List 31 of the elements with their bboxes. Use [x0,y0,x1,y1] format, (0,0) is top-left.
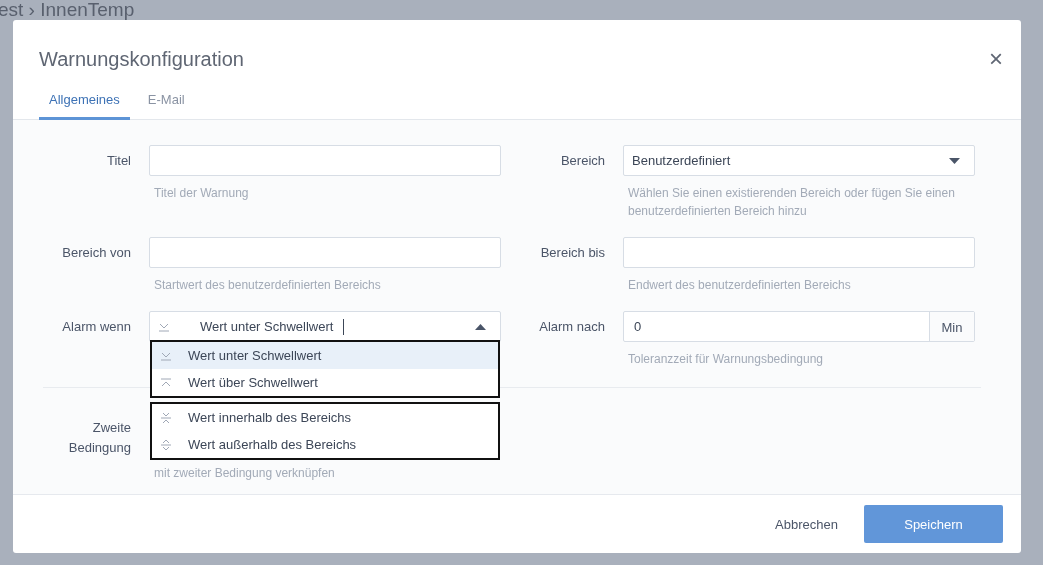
hint-text: Startwert des benutzerdefinierten Bereichs [154,277,382,294]
hint-text: Endwert des benutzerdefinierten Bereichs [628,277,852,294]
field-label: Alarm nach [538,318,605,334]
field-label: Bereich bis [539,244,605,260]
hint-text: mit zweiter Bedingung verknüpfen [154,465,336,482]
field-label: Alarm wenn [61,318,131,334]
dropdown[interactable]: Wert unter Schwellwert [149,311,501,342]
caret-icon [475,323,486,330]
cancel-button[interactable]: Abbrechen [775,506,838,542]
input-field[interactable] [149,145,501,176]
field-label: Zweite Bedingung [67,419,131,457]
input-field[interactable]: 0 Min [623,311,975,342]
dropdown-option[interactable]: Wert innerhalb des Bereichs [152,404,498,431]
dropdown-option[interactable]: Wert unter Schwellwert [152,342,498,369]
close-button[interactable]: × [989,49,1003,69]
caret-icon [949,157,960,164]
input-field[interactable] [149,237,501,268]
above-threshold-icon [160,376,172,389]
hint-text: Wählen Sie einen existierenden Bereich oder fügen Sie einen benutzerdefinierten Bereich hinzu [628,185,956,220]
outside-threshold-icon [160,438,172,451]
field-label: Bereich [559,152,605,168]
field-label: Bereich von [61,244,131,260]
dropdown-option[interactable]: Wert über Schwellwert [152,369,498,396]
field-label: Titel [105,152,131,168]
input-field[interactable] [623,237,975,268]
hint-text: Toleranzzeit für Warnungsbedingung [628,351,824,368]
dropdown[interactable]: Benutzerdefiniert [623,145,975,176]
hint-text: Titel der Warnung [154,185,250,202]
inside-threshold-icon [160,411,172,424]
dialog-title: Warnungskonfiguration [39,47,244,71]
dropdown-option[interactable]: Wert außerhalb des Bereichs [152,431,498,458]
